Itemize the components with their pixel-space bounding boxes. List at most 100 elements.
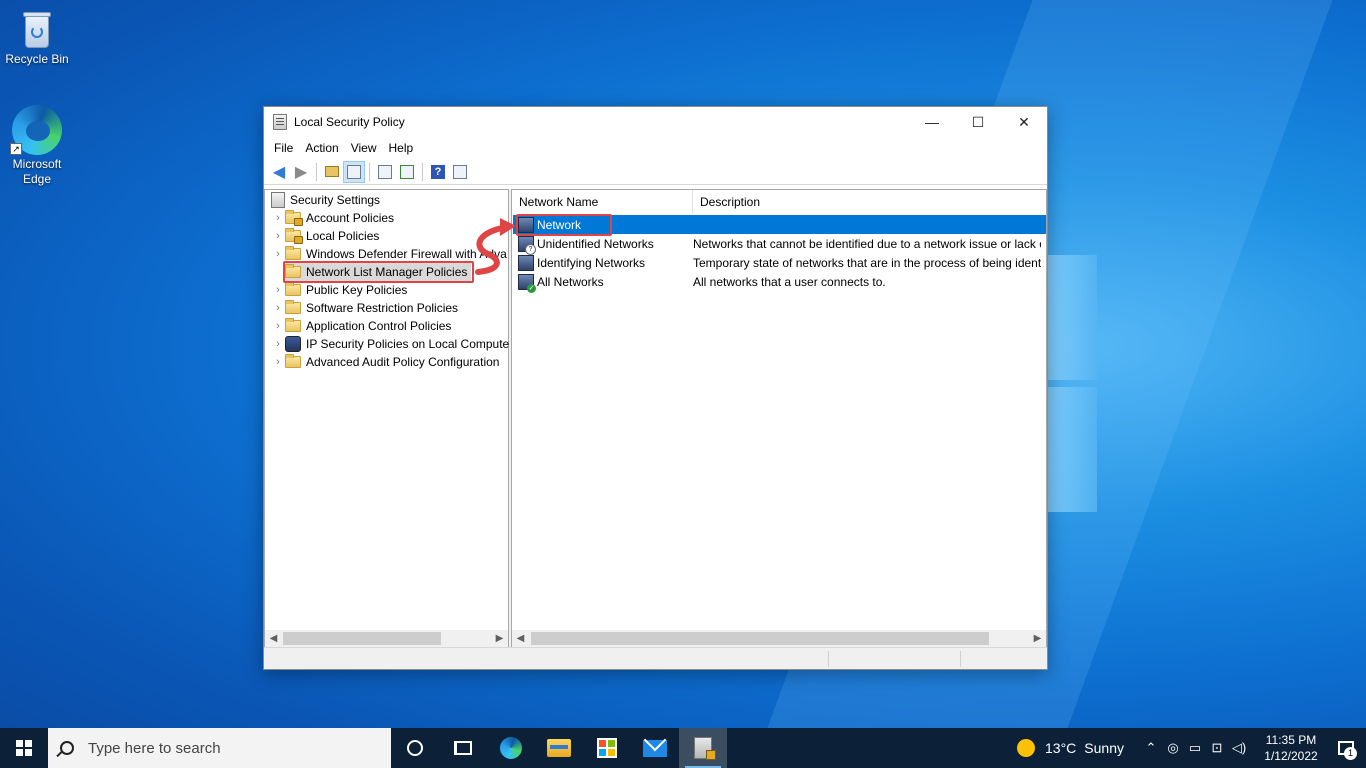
title-bar[interactable]: Local Security Policy — ☐ ✕	[264, 107, 1047, 137]
up-one-level-button[interactable]	[321, 161, 343, 183]
tree-item-label: Local Policies	[306, 229, 380, 243]
taskbar-mail[interactable]	[631, 728, 679, 768]
row-name: Unidentified Networks	[537, 236, 654, 251]
meet-now-icon[interactable]: ◎	[1162, 740, 1184, 756]
show-action-pane-button[interactable]	[449, 161, 471, 183]
chevron-right-icon[interactable]: ›	[271, 212, 285, 224]
toolbar: ◀ ▶ ?	[264, 159, 1047, 185]
chevron-right-icon[interactable]: ›	[271, 356, 285, 368]
volume-icon[interactable]: ◁)	[1228, 740, 1250, 756]
maximize-button[interactable]: ☐	[955, 107, 1001, 137]
desktop-icon-recycle-bin[interactable]: Recycle Bin	[0, 8, 74, 66]
menu-help[interactable]: Help	[383, 141, 420, 155]
back-arrow-icon: ◀	[272, 163, 286, 181]
folder-lock-icon	[285, 210, 303, 226]
list-row-identifying-networks[interactable]: Identifying Networks Temporary state of …	[513, 253, 1046, 272]
tree-item-advanced-audit-policy[interactable]: › Advanced Audit Policy Configuration	[271, 353, 499, 371]
taskbar-store[interactable]	[583, 728, 631, 768]
folder-lock-icon	[285, 228, 303, 244]
tree-item-ip-security-policies[interactable]: › IP Security Policies on Local Compute	[271, 335, 509, 353]
start-button[interactable]	[0, 728, 48, 768]
back-button[interactable]: ◀	[268, 161, 290, 183]
tree-item-application-control-policies[interactable]: › Application Control Policies	[271, 317, 451, 335]
chevron-right-icon[interactable]: ›	[271, 338, 285, 350]
task-view-button[interactable]	[439, 728, 487, 768]
chevron-right-icon[interactable]: ›	[271, 320, 285, 332]
battery-icon[interactable]: ▭	[1184, 740, 1206, 756]
close-button[interactable]: ✕	[1001, 107, 1047, 137]
weather-widget[interactable]: 13°C Sunny	[1017, 739, 1124, 757]
tree-item-label: Application Control Policies	[306, 319, 452, 333]
menu-bar: File Action View Help	[264, 137, 1047, 159]
search-placeholder: Type here to search	[88, 739, 221, 757]
menu-view[interactable]: View	[345, 141, 383, 155]
row-name: Identifying Networks	[537, 255, 646, 270]
help-icon: ?	[431, 164, 445, 179]
chevron-right-icon[interactable]: ›	[271, 230, 285, 242]
taskbar-search-box[interactable]: Type here to search	[48, 728, 391, 768]
tree-item-label: IP Security Policies on Local Compute	[306, 337, 510, 351]
scroll-left-icon[interactable]: ◀	[512, 633, 529, 644]
sun-icon	[1017, 739, 1036, 757]
file-explorer-icon	[547, 739, 571, 757]
scrollbar-thumb[interactable]	[531, 632, 989, 645]
menu-file[interactable]: File	[268, 141, 299, 155]
cortana-icon	[407, 740, 423, 756]
tree-item-public-key-policies[interactable]: › Public Key Policies	[271, 281, 407, 299]
tree-horizontal-scrollbar[interactable]: ◀ ▶	[265, 630, 508, 647]
weather-temp: 13°C	[1045, 740, 1077, 756]
properties-icon	[378, 164, 392, 179]
wallpaper-windows-logo	[1045, 255, 1105, 515]
content-area: Security Settings › Account Policies › L…	[264, 189, 1047, 648]
recycle-bin-icon	[20, 8, 54, 50]
action-center-button[interactable]: 1	[1326, 728, 1366, 768]
list-row-all-networks[interactable]: All Networks All networks that a user co…	[513, 272, 1046, 293]
tree-item-label: Advanced Audit Policy Configuration	[306, 355, 500, 369]
cortana-button[interactable]	[391, 728, 439, 768]
list-horizontal-scrollbar[interactable]: ◀ ▶	[512, 630, 1046, 647]
chevron-up-icon[interactable]: ⌃	[1140, 740, 1162, 756]
taskbar-edge[interactable]	[487, 728, 535, 768]
ip-security-icon	[285, 336, 301, 352]
forward-button[interactable]: ▶	[290, 161, 312, 183]
scroll-right-icon[interactable]: ▶	[1029, 633, 1046, 644]
export-list-button[interactable]	[396, 161, 418, 183]
tree-item-label: Public Key Policies	[306, 283, 408, 297]
help-button[interactable]: ?	[427, 161, 449, 183]
folder-icon	[285, 318, 301, 332]
show-hide-tree-button[interactable]	[343, 160, 365, 183]
network-tray-icon[interactable]: ⊡	[1206, 740, 1228, 756]
properties-button[interactable]	[374, 161, 396, 183]
column-header-network-name[interactable]: Network Name	[512, 190, 693, 214]
taskbar-local-security-policy[interactable]	[679, 728, 727, 768]
action-pane-icon	[453, 164, 467, 179]
scroll-left-icon[interactable]: ◀	[265, 633, 282, 644]
tree-item-label: Account Policies	[306, 211, 395, 225]
column-header-description[interactable]: Description	[693, 190, 1046, 214]
tree-root-security-settings[interactable]: Security Settings	[271, 191, 380, 209]
toolbar-separator	[422, 162, 423, 181]
system-tray: 13°C Sunny ⌃ ◎ ▭ ⊡ ◁) 11:35 PM 1/12/2022…	[1017, 728, 1366, 768]
list-row-unidentified-networks[interactable]: Unidentified Networks Networks that cann…	[513, 234, 1046, 255]
tree-item-local-policies[interactable]: › Local Policies	[271, 227, 379, 245]
taskbar: Type here to search 13°C Sunny ⌃ ◎ ▭ ⊡ ◁…	[0, 728, 1366, 768]
minimize-button[interactable]: —	[909, 107, 955, 137]
export-list-icon	[400, 164, 414, 179]
chevron-right-icon[interactable]: ›	[271, 302, 285, 314]
menu-action[interactable]: Action	[299, 141, 344, 155]
taskbar-clock[interactable]: 11:35 PM 1/12/2022	[1256, 732, 1326, 764]
chevron-right-icon[interactable]: ›	[271, 248, 285, 260]
local-security-policy-window: Local Security Policy — ☐ ✕ File Action …	[263, 106, 1048, 670]
row-description: All networks that a user connects to.	[693, 274, 886, 289]
folder-icon	[285, 354, 301, 368]
scrollbar-thumb[interactable]	[283, 632, 441, 645]
windows-logo-icon	[16, 740, 32, 756]
taskbar-file-explorer[interactable]	[535, 728, 583, 768]
tree-item-software-restriction-policies[interactable]: › Software Restriction Policies	[271, 299, 458, 317]
task-view-icon	[454, 741, 472, 755]
desktop-icon-edge[interactable]: ↗ Microsoft Edge	[0, 105, 74, 187]
tree-item-account-policies[interactable]: › Account Policies	[271, 209, 394, 227]
scroll-right-icon[interactable]: ▶	[491, 633, 508, 644]
row-description: Networks that cannot be identified due t…	[693, 236, 1041, 251]
chevron-right-icon[interactable]: ›	[271, 284, 285, 296]
